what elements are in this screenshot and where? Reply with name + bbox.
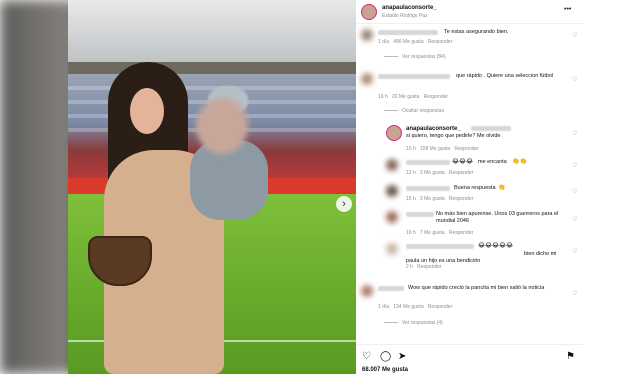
comment-meta: 16 h 20 Me gusta Responder bbox=[378, 94, 448, 100]
mention-blurred[interactable] bbox=[471, 126, 511, 131]
heart-icon[interactable]: ♡ bbox=[572, 248, 577, 255]
heart-icon[interactable]: ♡ bbox=[572, 130, 577, 137]
comment-text: Te estas asegurando bien. bbox=[444, 29, 509, 35]
emoji-laugh: 😂😂😂😂😂 bbox=[478, 243, 514, 249]
stadium-sky bbox=[68, 0, 356, 62]
divider bbox=[384, 110, 398, 112]
comment-meta: 1 día 134 Me gusta Responder bbox=[378, 304, 452, 310]
view-replies-label: Ver respuestas (4) bbox=[402, 320, 443, 326]
post-location[interactable]: Estadio Rodrigo Paz bbox=[382, 13, 428, 19]
emoji-laugh: 😂😂😂 bbox=[452, 159, 474, 165]
comment-meta: 2 h Responder bbox=[406, 264, 442, 270]
divider bbox=[384, 322, 398, 324]
comment-time: 12 h bbox=[406, 170, 416, 176]
comment-text: si quiero, tengo que pedirle? Me olvide bbox=[406, 133, 501, 139]
comment-text: que rápido . Quiere una seleccion fútbol bbox=[456, 73, 554, 79]
author-avatar[interactable] bbox=[361, 4, 377, 20]
view-replies-label: Ver respuestas (84) bbox=[402, 54, 446, 60]
share-icon[interactable]: ➤ bbox=[398, 351, 406, 362]
comment-time: 1 día bbox=[378, 304, 390, 310]
comment-time: 1 día bbox=[378, 39, 390, 45]
comment-icon[interactable]: ◯ bbox=[380, 351, 391, 362]
heart-icon[interactable]: ♡ bbox=[572, 76, 577, 83]
baby-face-blurred bbox=[196, 98, 248, 154]
comment-likes[interactable]: 2 Me gusta bbox=[420, 170, 445, 176]
commenter-username-blurred[interactable] bbox=[378, 286, 404, 291]
heart-icon[interactable]: ♡ bbox=[572, 216, 577, 223]
page-margin bbox=[584, 0, 640, 374]
hide-replies-button[interactable]: Ocultar respuestas bbox=[384, 108, 584, 114]
more-options-icon[interactable]: ••• bbox=[564, 6, 571, 13]
comment-meta: 16 h 7 Me gusta Responder bbox=[406, 230, 473, 236]
hide-replies-label: Ocultar respuestas bbox=[402, 108, 444, 114]
reply-button[interactable]: Responder bbox=[449, 230, 473, 236]
commenter-username-blurred[interactable] bbox=[406, 160, 450, 165]
commenter-username-blurred[interactable] bbox=[406, 212, 434, 217]
comment-likes[interactable]: 108 Me gusta bbox=[420, 146, 450, 152]
comment-text: Buena respuesta bbox=[454, 185, 496, 191]
comment-time: 16 h bbox=[378, 94, 388, 100]
reply-username[interactable]: anapaulaconsorte_ bbox=[406, 126, 461, 132]
comment-likes[interactable]: 486 Me gusta bbox=[393, 39, 423, 45]
chevron-right-icon[interactable]: › bbox=[336, 196, 352, 212]
comment-likes[interactable]: 20 Me gusta bbox=[392, 94, 420, 100]
reply-button[interactable]: Responder bbox=[428, 304, 452, 310]
reply-button[interactable]: Responder bbox=[417, 264, 441, 270]
stadium-roof bbox=[68, 62, 356, 74]
comment-meta: 12 h 2 Me gusta Responder bbox=[406, 170, 473, 176]
comment-likes[interactable]: 3 Me gusta bbox=[420, 196, 445, 202]
post-header: anapaulaconsorte_ Estadio Rodrigo Paz ••… bbox=[356, 0, 584, 24]
heart-icon[interactable]: ♡ bbox=[572, 32, 577, 39]
commenter-avatar[interactable] bbox=[361, 29, 373, 41]
divider bbox=[384, 56, 398, 58]
commenter-avatar[interactable] bbox=[386, 159, 398, 171]
post-photo[interactable] bbox=[68, 0, 356, 374]
reply-button[interactable]: Responder bbox=[449, 196, 473, 202]
view-replies-button[interactable]: Ver respuestas (4) bbox=[384, 320, 584, 326]
heart-icon[interactable]: ♡ bbox=[362, 351, 371, 362]
comment-text: me encanta bbox=[478, 159, 507, 165]
comment-time: 2 h bbox=[406, 264, 413, 270]
comment-meta: 1 día 486 Me gusta Responder bbox=[378, 39, 452, 45]
instagram-post-viewer: › anapaulaconsorte_ Estadio Rodrigo Paz … bbox=[0, 0, 640, 374]
comment-text: No más bien apurense. Unos 03 guerreros … bbox=[436, 211, 559, 224]
comment-time: 16 h bbox=[406, 230, 416, 236]
commenter-avatar[interactable] bbox=[361, 73, 373, 85]
reply-button[interactable]: Responder bbox=[454, 146, 478, 152]
view-replies-button[interactable]: Ver respuestas (84) bbox=[384, 54, 584, 60]
heart-icon[interactable]: ♡ bbox=[572, 188, 577, 195]
commenter-avatar[interactable] bbox=[361, 285, 373, 297]
reply-button[interactable]: Responder bbox=[424, 94, 448, 100]
commenter-avatar[interactable] bbox=[386, 185, 398, 197]
woman-face bbox=[130, 88, 164, 134]
emoji-clap: 👏👏 bbox=[512, 159, 527, 165]
heart-icon[interactable]: ♡ bbox=[572, 162, 577, 169]
comment-time: 15 h bbox=[406, 146, 416, 152]
author-avatar[interactable] bbox=[386, 125, 402, 141]
commenter-username-blurred[interactable] bbox=[378, 74, 450, 79]
post-actions: ♡ ◯ ➤ ⚑ 68.007 Me gusta bbox=[356, 344, 584, 374]
commenter-avatar[interactable] bbox=[386, 243, 398, 255]
author-username[interactable]: anapaulaconsorte_ bbox=[382, 5, 437, 11]
comments-panel: anapaulaconsorte_ Estadio Rodrigo Paz ••… bbox=[356, 0, 584, 374]
comment-meta: 15 h 3 Me gusta Responder bbox=[406, 196, 473, 202]
comment-text: bien dicho mi paula un hijo es una bendi… bbox=[406, 251, 557, 264]
likes-count[interactable]: 68.007 Me gusta bbox=[362, 367, 408, 373]
comment-likes[interactable]: 7 Me gusta bbox=[420, 230, 445, 236]
comment-likes[interactable]: 134 Me gusta bbox=[393, 304, 423, 310]
reply-button[interactable]: Responder bbox=[449, 170, 473, 176]
commenter-username-blurred[interactable] bbox=[378, 30, 438, 35]
reply-button[interactable]: Responder bbox=[428, 39, 452, 45]
comment-time: 15 h bbox=[406, 196, 416, 202]
comment-meta: 15 h 108 Me gusta Responder bbox=[406, 146, 479, 152]
commenter-username-blurred[interactable] bbox=[406, 186, 450, 191]
commenter-username-blurred[interactable] bbox=[406, 244, 474, 249]
commenter-avatar[interactable] bbox=[386, 211, 398, 223]
emoji-clap: 👏 bbox=[498, 185, 506, 191]
heart-icon[interactable]: ♡ bbox=[572, 290, 577, 297]
comment-text: Wow que rápido creció la pancita mi bien… bbox=[408, 285, 545, 291]
bookmark-icon[interactable]: ⚑ bbox=[566, 351, 575, 362]
